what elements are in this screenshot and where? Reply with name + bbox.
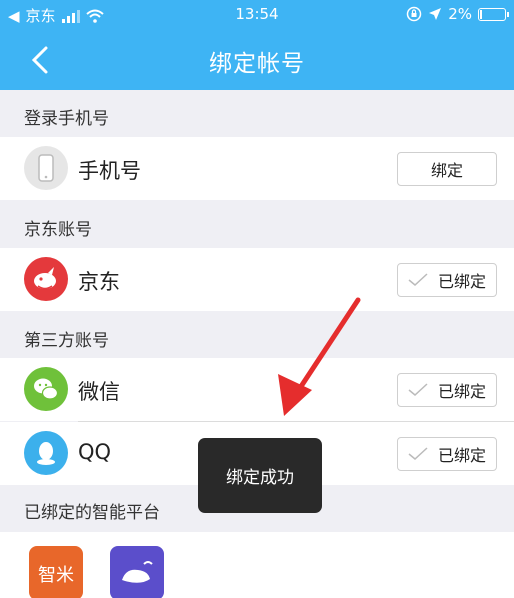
location-icon — [429, 8, 442, 20]
phone-icon — [24, 146, 68, 190]
zhimi-logo: 智米 — [38, 565, 74, 586]
jd-bound-label: 已绑定 — [437, 272, 486, 291]
section-label-jd: 京东账号 — [24, 220, 92, 240]
wechat-bound-label: 已绑定 — [437, 382, 486, 401]
qq-icon — [24, 431, 68, 475]
toast-message: 绑定成功 — [198, 438, 322, 513]
zhimi-app-icon[interactable]: 智米 — [29, 546, 83, 598]
section-label-third-party: 第三方账号 — [24, 331, 109, 351]
app-header: ◀ 京东 13:54 2% 绑定帐号 — [0, 0, 514, 90]
nav-bar: 绑定帐号 — [0, 30, 514, 90]
status-bar: ◀ 京东 13:54 2% — [0, 0, 514, 30]
bind-phone-button[interactable]: 绑定 — [397, 152, 497, 186]
check-icon — [408, 383, 428, 396]
row-wechat: 微信 已绑定 — [0, 358, 514, 421]
qq-bound-label: 已绑定 — [437, 446, 486, 465]
watermark: Baidu经验 — [388, 547, 447, 561]
battery-percent: 2% — [448, 5, 472, 23]
qq-label: QQ — [78, 440, 112, 464]
svg-text:智米: 智米 — [38, 565, 74, 586]
row-jd: 京东 已绑定 — [0, 248, 514, 311]
jd-logo-icon — [24, 257, 68, 301]
row-phone: 手机号 绑定 — [0, 137, 514, 200]
rotation-lock-icon — [406, 6, 422, 22]
qq-bound-button[interactable]: 已绑定 — [397, 437, 497, 471]
wechat-icon — [24, 367, 68, 411]
check-icon — [408, 273, 428, 286]
battery-icon — [478, 7, 509, 21]
jd-bound-button[interactable]: 已绑定 — [397, 263, 497, 297]
whale-app-icon[interactable] — [110, 546, 164, 598]
phone-label: 手机号 — [78, 159, 141, 183]
page-title: 绑定帐号 — [209, 51, 305, 77]
wechat-bound-button[interactable]: 已绑定 — [397, 373, 497, 407]
check-icon — [408, 447, 428, 460]
jd-label: 京东 — [78, 270, 120, 294]
wechat-label: 微信 — [78, 380, 120, 404]
bind-phone-button-label: 绑定 — [430, 161, 463, 180]
section-label-phone: 登录手机号 — [24, 109, 109, 129]
section-label-platforms: 已绑定的智能平台 — [24, 503, 160, 523]
